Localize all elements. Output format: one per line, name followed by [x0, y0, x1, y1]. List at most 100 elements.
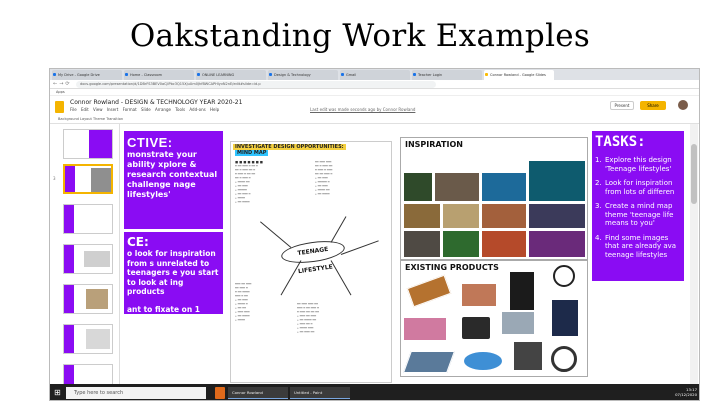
taskbar-window[interactable]: Untitled - Paint [290, 387, 350, 399]
taskbar-clock[interactable]: 13:17 07/12/2020 [665, 387, 697, 397]
product-image[interactable] [553, 265, 575, 287]
bookmarks-bar: Apps [50, 89, 699, 96]
product-image[interactable] [551, 299, 579, 337]
task-item: 2. Look for inspiration from lots of diff… [595, 179, 675, 196]
address-bar: ←→⟳ docs.google.com/presentation/d/1DBrF… [50, 80, 699, 89]
browser-tab[interactable]: Gmail [340, 70, 410, 80]
menu-format[interactable]: Format [123, 107, 137, 112]
browser-tab[interactable]: My Drive - Google Drive [52, 70, 122, 80]
product-image[interactable] [461, 316, 491, 340]
scrollbar-thumb[interactable] [691, 144, 697, 204]
back-forward-icon[interactable]: ←→⟳ [53, 81, 72, 87]
inspiration-image[interactable] [442, 230, 480, 258]
menu-view[interactable]: View [93, 107, 103, 112]
menu-help[interactable]: Help [210, 107, 219, 112]
inspiration-image[interactable] [481, 230, 527, 258]
tasks-panel: TASKS: 1. Explore this design 'Teenage li… [592, 131, 684, 281]
mind-map-heading: INVESTIGATE DESIGN OPPORTUNITIES: MIND M… [233, 144, 353, 156]
share-button[interactable]: Share [640, 101, 666, 110]
product-image[interactable] [463, 351, 503, 371]
menu-tools[interactable]: Tools [175, 107, 185, 112]
slide-thumbnail[interactable] [63, 204, 113, 234]
taskbar-search-input[interactable]: Type here to search [66, 387, 206, 399]
menu-edit[interactable]: Edit [81, 107, 89, 112]
menu-file[interactable]: File [70, 107, 77, 112]
inspiration-panel: INSPIRATION [400, 137, 588, 260]
product-image[interactable] [551, 346, 577, 372]
mind-map-tag: MIND MAP [235, 150, 269, 156]
product-image[interactable] [402, 351, 456, 373]
product-image[interactable] [501, 311, 535, 335]
approach-text: o look for inspiration from s unrelated … [127, 249, 219, 296]
present-button[interactable]: Present [610, 101, 634, 110]
scrollbar[interactable] [690, 124, 698, 392]
taskbar-window[interactable]: Connor Rowland [228, 387, 288, 399]
mind-map-center: TEENAGE LIFESTYLE [279, 237, 347, 275]
menu-insert[interactable]: Insert [107, 107, 118, 112]
browser-tab[interactable]: ONLINE LEARNING [196, 70, 266, 80]
toolbar[interactable]: Background Layout Theme Transition [50, 115, 699, 123]
objective-panel: CTIVE: monstrate your ability xplore & r… [124, 131, 223, 229]
inspiration-image[interactable] [481, 203, 527, 229]
product-image[interactable] [403, 317, 447, 341]
mind-map-notes: ■ ■ ■ ■ ■ ■ ■ ━ ━━ ━━━ ━ ━━ ━ ━━ ━ ━━━ ━━ … [235, 160, 263, 204]
existing-products-panel: EXISTING PRODUCTS [400, 260, 588, 377]
menu-slide[interactable]: Slide [141, 107, 151, 112]
slide-thumbnail[interactable] [63, 244, 113, 274]
mind-map-notes: ━━━ ━━ ━━━ ━━ ━━━ ━ ━ ━━ ━━━━ ━━━ ━ ━━ • ━━ … [235, 282, 252, 322]
approach-text-2: ant to fixate on 1 idea. Try xplore a ra… [127, 304, 201, 333]
inspiration-image[interactable] [528, 160, 586, 202]
objective-text: monstrate your ability xplore & research… [127, 150, 218, 199]
mind-map-notes: ━━ ━━━ ━━━ ━━ ━ ━━━ ━━ ━ ━━━ ━ ━━━ ━━ ━━ ━━… [315, 160, 333, 196]
inspiration-image[interactable] [434, 172, 480, 202]
slide-canvas[interactable]: CTIVE: monstrate your ability xplore & r… [124, 131, 684, 383]
slides-logo-icon[interactable] [55, 101, 64, 113]
browser-tab[interactable]: Teacher Login [412, 70, 482, 80]
task-item: 3. Create a mind map theme 'teenage life … [595, 202, 674, 227]
last-edit-link[interactable]: Last edit was made seconds ago by Connor… [310, 107, 415, 112]
slide-filmstrip: 3 [50, 124, 120, 394]
inspiration-image[interactable] [442, 203, 480, 229]
task-item: 1. Explore this design 'Teenage lifestyle… [595, 156, 672, 173]
product-image[interactable] [509, 271, 535, 311]
inspiration-image[interactable] [403, 203, 441, 229]
inspiration-image[interactable] [403, 172, 433, 202]
browser-tab[interactable]: Home - Classroom [124, 70, 194, 80]
url-field[interactable]: docs.google.com/presentation/d/1DBrFS3BE… [76, 81, 436, 88]
menu-arrange[interactable]: Arrange [155, 107, 171, 112]
inspiration-image[interactable] [528, 230, 586, 258]
product-image[interactable] [406, 274, 452, 308]
inspiration-title: INSPIRATION [405, 140, 463, 149]
menu-bar: File Edit View Insert Format Slide Arran… [70, 107, 219, 112]
mind-map-notes: ━━ ━━━ ━━━ ━━ ━━━ ━ ━━ ━━━ ━ ━ ━━━ ━━ ━━ ━… [297, 302, 319, 334]
product-image[interactable] [461, 283, 497, 307]
windows-taskbar: ⊞ Type here to search Connor Rowland Unt… [50, 384, 699, 400]
slide-thumbnail[interactable] [63, 129, 113, 159]
slide-thumbnail[interactable] [63, 324, 113, 354]
menu-addons[interactable]: Add-ons [189, 107, 205, 112]
document-title[interactable]: Connor Rowland - DESIGN & TECHNOLOGY YEA… [70, 99, 242, 106]
approach-title: CE: [127, 235, 149, 249]
inspiration-image[interactable] [403, 230, 441, 258]
existing-products-title: EXISTING PRODUCTS [405, 263, 499, 272]
inspiration-image[interactable] [528, 203, 586, 229]
windows-start-icon[interactable]: ⊞ [54, 388, 61, 398]
tasks-title: TASKS: [595, 134, 646, 150]
slide-thumbnail[interactable] [63, 284, 113, 314]
browser-tab-active[interactable]: Connor Rowland - Google Slides [484, 70, 554, 80]
page-title: Oakstanding Work Examples [129, 18, 591, 54]
slides-app-bar: Connor Rowland - DESIGN & TECHNOLOGY YEA… [50, 96, 699, 124]
browser-tab[interactable]: Design & Technology [268, 70, 338, 80]
app-icon[interactable] [215, 387, 225, 399]
avatar[interactable] [678, 100, 688, 110]
browser-tab-bar: My Drive - Google Drive Home - Classroom… [50, 69, 699, 80]
approach-panel: CE: o look for inspiration from s unrela… [124, 232, 223, 333]
slide-thumbnail-selected[interactable] [63, 164, 113, 194]
presentation-slide: Oakstanding Work Examples My Drive - Goo… [0, 0, 720, 405]
bookmark-apps[interactable]: Apps [56, 90, 65, 94]
product-image[interactable] [513, 341, 543, 371]
screenshot-frame: My Drive - Google Drive Home - Classroom… [49, 68, 700, 401]
slide-number: 3 [53, 176, 56, 181]
inspiration-image[interactable] [481, 172, 527, 202]
task-item: 4. Find some images that are already ava … [595, 233, 677, 259]
